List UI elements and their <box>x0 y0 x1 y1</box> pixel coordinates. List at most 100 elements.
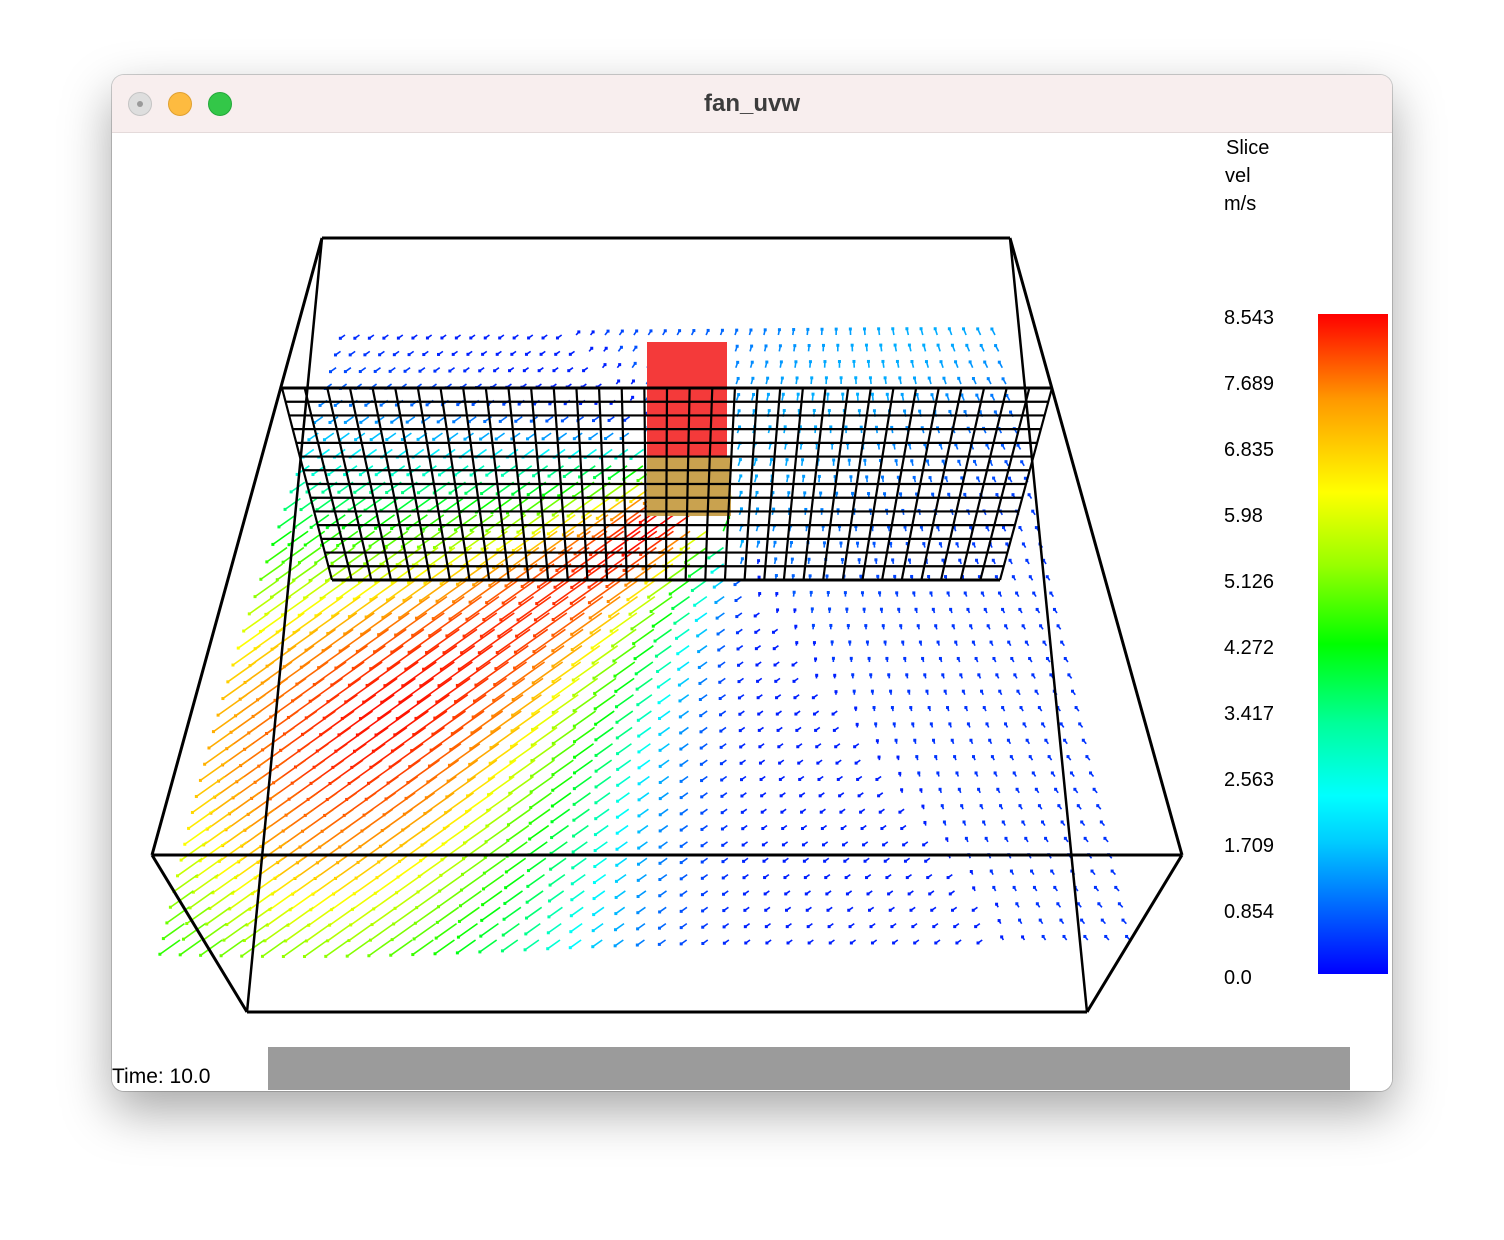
velocity-vector-head <box>679 909 683 913</box>
velocity-vector <box>573 710 597 727</box>
velocity-vector-head <box>997 919 1001 923</box>
domain-edge <box>150 237 324 856</box>
velocity-vector-head <box>1025 558 1029 562</box>
velocity-vector-head <box>804 892 808 896</box>
velocity-vector-head <box>762 859 766 863</box>
velocity-vector-head <box>216 713 220 717</box>
velocity-vector-head <box>504 886 508 890</box>
velocity-vector-head <box>392 353 396 357</box>
velocity-vector <box>298 546 322 564</box>
velocity-vector-head <box>736 360 740 364</box>
velocity-vector-head <box>741 827 745 831</box>
velocity-vector-head <box>524 916 528 920</box>
flow-scene[interactable] <box>112 133 1392 1091</box>
legend-tick: 5.126 <box>1224 571 1275 593</box>
velocity-vector-head <box>480 547 484 551</box>
legend-title: Slice <box>1226 137 1270 159</box>
velocity-vector-head <box>754 458 758 462</box>
velocity-vector-head <box>353 490 357 494</box>
velocity-vector-head <box>573 740 577 744</box>
velocity-vector-head <box>679 942 683 946</box>
velocity-vector-head <box>576 534 580 538</box>
velocity-vector-head <box>856 777 860 781</box>
velocity-vector-head <box>1009 755 1013 759</box>
velocity-vector <box>430 726 464 751</box>
velocity-vector-head <box>694 618 698 622</box>
color-bar <box>1318 314 1388 974</box>
velocity-vector <box>623 465 644 480</box>
velocity-vector <box>418 857 446 877</box>
velocity-vector-head <box>1007 476 1011 480</box>
velocity-vector <box>391 726 427 752</box>
velocity-vector-head <box>976 327 980 331</box>
velocity-vector-head <box>875 739 879 743</box>
velocity-vector-head <box>957 787 961 791</box>
velocity-vector-head <box>922 843 926 847</box>
velocity-vector-head <box>637 830 641 834</box>
velocity-vector-head <box>471 402 475 406</box>
velocity-vector-head <box>358 370 362 374</box>
velocity-vector <box>405 645 440 670</box>
velocity-vector <box>617 759 632 771</box>
velocity-vector <box>532 677 562 700</box>
velocity-vector <box>570 906 584 917</box>
velocity-vector-head <box>982 820 986 824</box>
velocity-vector <box>502 922 520 936</box>
velocity-vector-head <box>910 574 914 578</box>
velocity-vector <box>441 841 468 861</box>
domain-edge <box>1008 237 1184 856</box>
velocity-vector <box>396 873 423 894</box>
velocity-vector <box>391 514 412 530</box>
velocity-vector-head <box>930 908 934 912</box>
velocity-vector-head <box>971 908 975 912</box>
velocity-vector-head <box>767 409 771 413</box>
velocity-vector-head <box>550 820 554 824</box>
velocity-vector-head <box>1121 918 1125 922</box>
velocity-vector-head <box>735 631 739 635</box>
velocity-vector-head <box>571 663 575 667</box>
velocity-vector-head <box>883 640 887 644</box>
velocity-vector-head <box>938 787 942 791</box>
velocity-vector-head <box>614 912 618 916</box>
velocity-vector-head <box>839 376 843 380</box>
velocity-vector-head <box>1015 591 1019 595</box>
velocity-vector <box>483 873 505 890</box>
velocity-vector-head <box>1056 902 1060 906</box>
velocity-vector <box>611 497 643 521</box>
velocity-vector-head <box>963 492 967 496</box>
velocity-vector-head <box>739 761 743 765</box>
velocity-vector <box>500 595 535 621</box>
velocity-vector-head <box>592 881 596 885</box>
velocity-vector-head <box>941 673 945 677</box>
velocity-vector-head <box>851 673 855 677</box>
velocity-vector <box>552 743 576 760</box>
velocity-vector <box>530 775 554 793</box>
velocity-vector-head <box>799 794 803 798</box>
legend-tick: 3.417 <box>1224 703 1275 725</box>
velocity-vector-head <box>932 738 936 742</box>
velocity-vector-head <box>496 548 500 552</box>
velocity-vector <box>458 645 494 670</box>
velocity-vector-head <box>793 696 797 700</box>
time-slider[interactable] <box>268 1047 1350 1090</box>
velocity-vector-head <box>900 788 904 792</box>
velocity-vector-head <box>572 834 576 838</box>
velocity-vector-head <box>852 689 856 693</box>
velocity-vector-head <box>1100 918 1104 922</box>
velocity-vector-head <box>992 476 996 480</box>
velocity-vector-head <box>845 892 849 896</box>
velocity-vector <box>551 808 571 823</box>
velocity-vector-head <box>963 410 967 414</box>
velocity-vector <box>396 497 415 512</box>
velocity-vector-head <box>801 458 805 462</box>
render-canvas[interactable]: Slice vel m/s 8.543 7.689 6.835 5.98 5.126 4.… <box>112 133 1392 1091</box>
velocity-vector-head <box>856 392 860 396</box>
velocity-vector-head <box>1078 722 1082 726</box>
velocity-vector-head <box>827 409 831 413</box>
velocity-vector-head <box>374 420 378 424</box>
velocity-vector-head <box>277 525 281 529</box>
velocity-vector-head <box>168 905 172 909</box>
velocity-vector-head <box>526 884 530 888</box>
velocity-vector <box>552 645 583 667</box>
velocity-vector-head <box>971 377 975 381</box>
